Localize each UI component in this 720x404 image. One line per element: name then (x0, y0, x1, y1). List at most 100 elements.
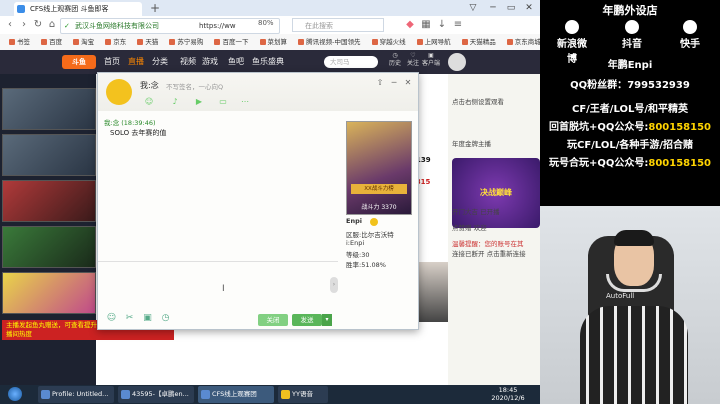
profile-level: 等级:30 (346, 251, 370, 259)
panel-line: 回首脱坑+QQ公众号:800158150 (548, 122, 711, 133)
send-options-icon[interactable]: ▾ (322, 314, 332, 326)
contact-signature: 不写签名，一心向Q (166, 83, 224, 91)
voice-icon[interactable]: ♪ (170, 97, 180, 107)
minimize-button[interactable]: ─ (484, 0, 502, 16)
streamer-hair (614, 230, 654, 246)
bookmark-item[interactable]: 穿越火线 (371, 34, 406, 50)
bookmark-icon (298, 39, 305, 45)
panel-line: 玩号合玩+QQ公众号:800158150 (548, 158, 711, 169)
history-icon: ◷ (392, 52, 398, 59)
bookmark-item[interactable]: 淘宝 (73, 34, 94, 50)
scissors-icon[interactable]: ✂ (124, 313, 135, 324)
refresh-icon[interactable]: ↻ (32, 19, 44, 31)
bookmark-item[interactable]: 天猫精品 (461, 34, 496, 50)
message-input[interactable]: I (98, 261, 338, 314)
menu-list-icon[interactable]: ≡ (452, 19, 464, 31)
system-clock[interactable]: 18:45 2020/12/6 (480, 386, 536, 402)
message-sender: 我:念 (18:39:46) (104, 119, 156, 127)
bookmark-item[interactable]: 天猫 (137, 34, 158, 50)
nav-games[interactable]: 游戏 (202, 50, 218, 74)
url-field[interactable]: ✓ 武汉斗鱼网络科技有限公司 https://ww (60, 18, 280, 34)
forward-icon[interactable]: › (18, 19, 30, 31)
extension-icon[interactable]: ▦ (420, 19, 432, 31)
home-icon[interactable]: ⌂ (46, 19, 58, 31)
gift-banner[interactable]: 决战巅峰 (452, 158, 540, 228)
bookmark-item[interactable]: 京东商城 (506, 34, 540, 50)
nav-home[interactable]: 首页 (104, 50, 120, 74)
close-window-button[interactable]: ✕ (520, 0, 538, 16)
profile-region: 区服:比尔吉沃特 (346, 231, 394, 239)
douyin-icon (625, 20, 639, 34)
menu-icon[interactable]: ▽ (464, 0, 482, 16)
bookmark-item[interactable]: 百度 (41, 34, 62, 50)
taskbar-item[interactable]: CFS线上观赛团 (198, 386, 274, 403)
power-value: 战斗力 3370 (361, 204, 397, 211)
search-input[interactable]: 在此搜索 (292, 18, 384, 32)
site-owner: 武汉斗鱼网络科技有限公司 (75, 22, 159, 30)
bookmark-icon (371, 39, 378, 45)
social-weibo: 新浪微博 (554, 20, 590, 65)
bookmark-item[interactable]: 菜划算 (259, 34, 287, 50)
stream-thumb[interactable] (2, 180, 96, 222)
stream-thumb[interactable] (2, 226, 96, 268)
dialog-header: 我:念 不写签名，一心向Q ☺ ♪ ▶ ▭ ⋯ ⇧ ─ ✕ (98, 73, 418, 111)
taskbar-item[interactable]: 43595-【卓鹏en... (118, 386, 194, 403)
new-tab-button[interactable]: + (148, 1, 162, 15)
bookmark-item[interactable]: 百度一下 (214, 34, 248, 50)
bookmark-item[interactable]: 上网导航 (416, 34, 451, 50)
emoji-icon[interactable]: ☺ (106, 313, 117, 324)
minimize-dialog-button[interactable]: ─ (388, 77, 400, 89)
nav-festival[interactable]: 鱼乐盛典 (252, 50, 284, 74)
input-toolbar: ☺ ✂ ▣ ◷ 关闭 发送 ▾ (98, 309, 338, 329)
bookmark-item[interactable]: 腾讯视频-中国领先 (298, 34, 360, 50)
taskbar-item[interactable]: YY语音 (278, 386, 328, 403)
power-badge: XX战斗力榜 (351, 184, 407, 194)
start-icon[interactable] (8, 387, 22, 401)
social-kuaishou: 快手 (672, 20, 708, 50)
nav-live[interactable]: 直播 (128, 50, 144, 74)
back-icon[interactable]: ‹ (4, 19, 16, 31)
maximize-button[interactable]: ▭ (502, 0, 520, 16)
close-button[interactable]: 关闭 (258, 314, 288, 326)
pin-icon[interactable]: ⇧ (374, 77, 386, 89)
bookmark-item[interactable]: 书签 (9, 34, 30, 50)
history-icon[interactable]: ◷ (160, 313, 171, 324)
site-search-input[interactable]: 大司马 (324, 56, 378, 68)
nav-fishbar[interactable]: 鱼吧 (228, 50, 244, 74)
contact-avatar[interactable] (106, 79, 132, 105)
panel-line: 年鹏Enpi (607, 60, 653, 71)
nav-category[interactable]: 分类 (152, 50, 168, 74)
more-icon[interactable]: ⋯ (240, 97, 250, 107)
nav-video[interactable]: 视频 (180, 50, 196, 74)
chat-line: 温馨提醒：您的账号在其 (452, 240, 524, 248)
download-icon[interactable]: ↓ (436, 19, 448, 31)
clock-time: 18:45 (498, 386, 518, 394)
image-icon[interactable]: ▣ (142, 313, 153, 324)
collapse-handle[interactable]: › (330, 277, 338, 293)
panel-line: CF/王者/LOL号/和平精英 (571, 104, 688, 115)
stream-thumb[interactable] (2, 134, 96, 176)
contact-name: 我:念 (140, 81, 159, 90)
stream-thumb[interactable] (2, 272, 96, 314)
bookmark-item[interactable]: 苏宁易购 (169, 34, 203, 50)
screen-icon[interactable]: ▭ (218, 97, 228, 107)
address-bar: ‹ › ↻ ⌂ ✓ 武汉斗鱼网络科技有限公司 https://ww 80% 在此… (0, 16, 540, 35)
taskbar-item[interactable]: Profile: Untitled... (38, 386, 114, 403)
app-icon (41, 390, 50, 399)
yy-icon (281, 390, 290, 399)
bookmark-icon (41, 39, 48, 45)
panel-line: QQ粉丝群：799532939 (570, 80, 690, 91)
stream-thumb[interactable] (2, 88, 96, 130)
zoom-level[interactable]: 80% (258, 19, 274, 27)
site-logo[interactable]: 斗鱼 (62, 55, 96, 69)
emoji-icon[interactable]: ☺ (144, 97, 154, 107)
nav-client[interactable]: ▣ 客户端 (420, 52, 442, 74)
send-button[interactable]: 发送 (292, 314, 322, 326)
browser-tab[interactable]: CFS线上观赛团 斗鱼即客 (14, 2, 142, 16)
user-avatar[interactable] (448, 53, 466, 71)
bookmark-item[interactable]: 京东 (105, 34, 126, 50)
video-icon[interactable]: ▶ (194, 97, 204, 107)
close-dialog-icon[interactable]: ✕ (402, 77, 414, 89)
game-icon[interactable]: ◆ (404, 19, 416, 31)
heart-icon: ♡ (410, 52, 416, 59)
